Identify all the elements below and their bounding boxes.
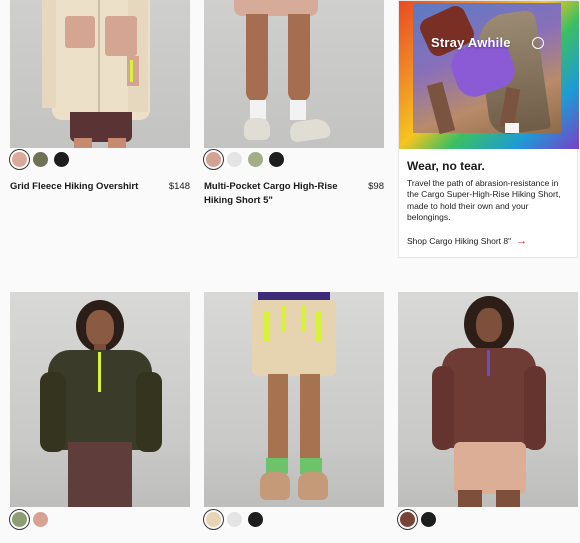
promo-heading: Wear, no tear. <box>407 159 485 173</box>
color-swatch[interactable] <box>54 152 69 167</box>
color-swatches <box>400 512 436 527</box>
color-swatch[interactable] <box>227 512 242 527</box>
product-price: $98 <box>368 181 384 192</box>
color-swatch[interactable] <box>206 512 221 527</box>
product-name[interactable]: Multi-Pocket Cargo High-Rise Hiking Shor… <box>204 180 344 208</box>
product-name[interactable]: Grid Fleece Hiking Overshirt <box>10 180 150 194</box>
color-swatch[interactable] <box>206 152 221 167</box>
product-card[interactable]: Multi-Pocket Cargo High-Rise Hiking Shor… <box>204 0 384 210</box>
color-swatch[interactable] <box>227 152 242 167</box>
promo-link-label: Shop Cargo Hiking Short 8" <box>407 236 512 246</box>
product-image[interactable] <box>398 292 578 507</box>
product-image[interactable] <box>10 292 190 507</box>
product-image[interactable] <box>204 0 384 148</box>
color-swatch[interactable] <box>248 512 263 527</box>
product-card[interactable] <box>10 292 190 532</box>
color-swatch[interactable] <box>33 152 48 167</box>
promo-image-title: Stray Awhile <box>431 35 511 50</box>
brand-logo-icon <box>532 37 544 49</box>
color-swatch[interactable] <box>269 152 284 167</box>
color-swatches <box>12 512 48 527</box>
promo-image[interactable]: Stray Awhile <box>399 1 579 149</box>
color-swatch[interactable] <box>400 512 415 527</box>
color-swatch[interactable] <box>12 512 27 527</box>
color-swatches <box>206 152 284 167</box>
promo-card[interactable]: Stray Awhile Wear, no tear. Travel the p… <box>398 0 579 258</box>
product-card[interactable]: Grid Fleece Hiking Overshirt $148 <box>10 0 190 210</box>
product-image[interactable] <box>10 0 190 148</box>
color-swatches <box>206 512 263 527</box>
color-swatch[interactable] <box>12 152 27 167</box>
product-image[interactable] <box>204 292 384 507</box>
promo-body: Travel the path of abrasion-resistance i… <box>407 178 561 223</box>
product-price: $148 <box>168 181 190 192</box>
product-card[interactable] <box>398 292 578 532</box>
product-card[interactable] <box>204 292 384 532</box>
color-swatch[interactable] <box>421 512 436 527</box>
promo-link[interactable]: Shop Cargo Hiking Short 8" → <box>407 235 527 247</box>
arrow-right-icon: → <box>516 235 528 247</box>
color-swatch[interactable] <box>248 152 263 167</box>
color-swatch[interactable] <box>33 512 48 527</box>
color-swatches <box>12 152 69 167</box>
